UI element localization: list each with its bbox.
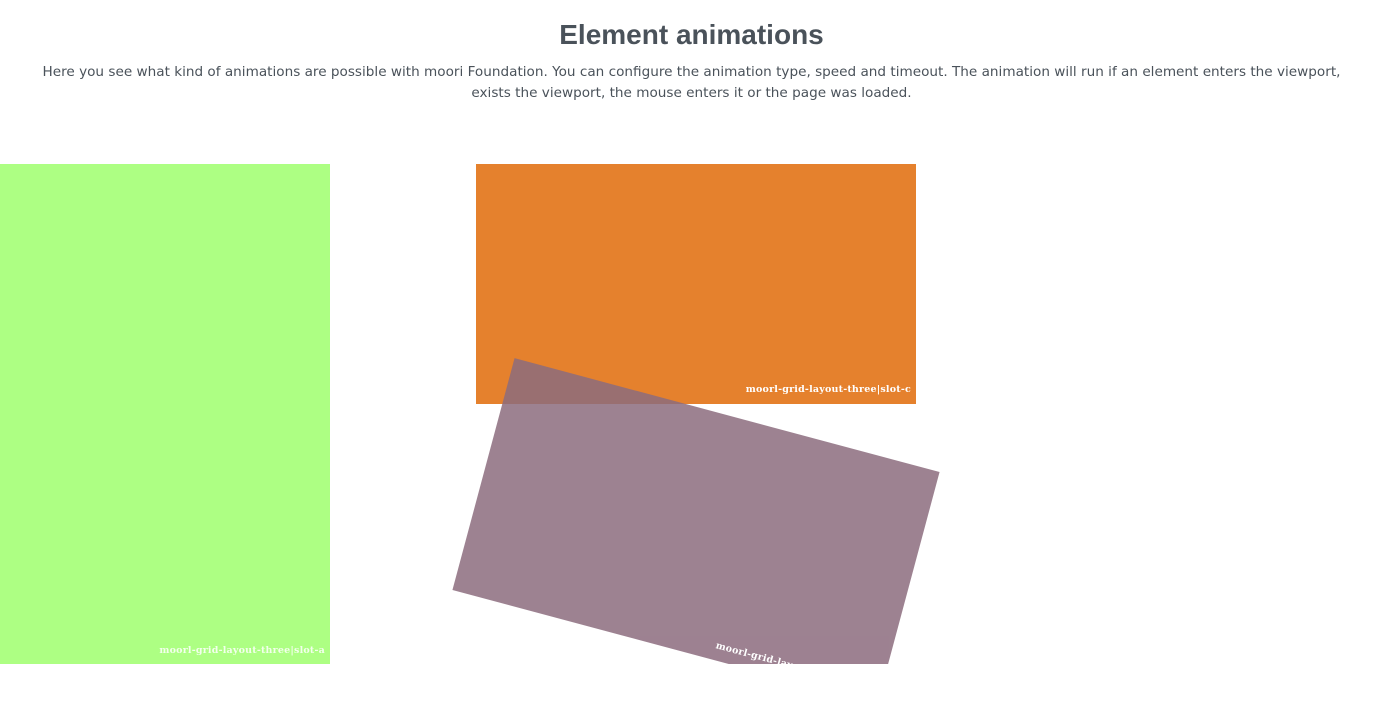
grid-slot-b: moorl-grid-layout-three|slot-b [452,358,940,664]
slot-c-label: moorl-grid-layout-three|slot-c [745,384,911,395]
page-title: Element animations [559,19,824,50]
slot-a-label: moorl-grid-layout-three|slot-a [159,645,325,656]
page-intro-text: Here you see what kind of animations are… [42,64,1341,101]
slot-b-label: moorl-grid-layout-three|slot-b [714,640,877,664]
grid-slot-a: moorl-grid-layout-three|slot-a [0,164,330,664]
animation-demo-stage: moorl-grid-layout-three|slot-a moorl-gri… [0,164,1383,664]
